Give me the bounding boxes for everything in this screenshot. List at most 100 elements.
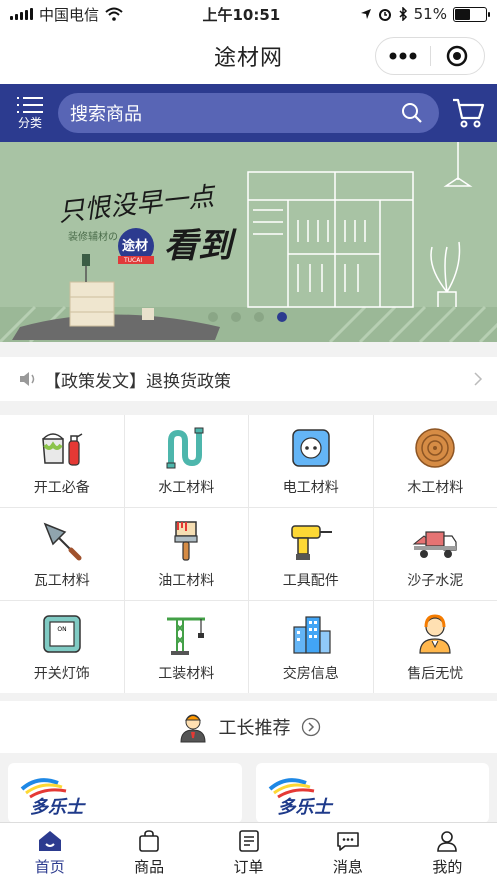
- search-placeholder: 搜索商品: [70, 104, 142, 125]
- tab-label: 订单: [233, 858, 264, 876]
- category-item-diangong[interactable]: 电工材料: [249, 415, 373, 507]
- brand-card[interactable]: 多乐士: [8, 763, 242, 823]
- cart-button[interactable]: [447, 97, 489, 129]
- notice-bar[interactable]: 【政策发文】退换货政策: [0, 357, 497, 401]
- more-button[interactable]: [376, 38, 430, 74]
- category-item-gongju[interactable]: 工具配件: [249, 508, 373, 600]
- signal-icon: [10, 8, 33, 20]
- category-item-shouhou[interactable]: 售后无忧: [373, 601, 497, 693]
- user-icon: [437, 831, 458, 852]
- foreman-avatar-icon: [179, 714, 206, 743]
- category-item-shuigong[interactable]: 水工材料: [124, 415, 248, 507]
- category-label: 分类: [17, 115, 42, 130]
- category-label: 工具配件: [282, 573, 339, 589]
- location-arrow-icon: [360, 9, 371, 19]
- bottom-tab-bar: 首页 商品 订单 消息 我的: [0, 822, 497, 883]
- tab-products[interactable]: 商品: [99, 823, 198, 883]
- tab-label: 消息: [332, 858, 363, 876]
- tab-label: 商品: [134, 858, 165, 876]
- wood-ring-icon: [415, 428, 455, 468]
- cement-truck-icon: [412, 531, 457, 558]
- trowel-icon: [43, 522, 82, 561]
- notice-text: 【政策发文】退换货政策: [44, 371, 231, 392]
- category-label: 开关灯饰: [33, 666, 90, 682]
- category-label: 水工材料: [158, 480, 215, 496]
- chevron-circle-right-icon: [301, 717, 320, 737]
- status-right: 51%: [360, 5, 490, 23]
- pagination-dot[interactable]: [254, 312, 264, 322]
- tab-profile[interactable]: 我的: [398, 823, 497, 883]
- status-bar: 中国电信 上午10:51 51%: [0, 0, 497, 28]
- drill-icon: [291, 525, 332, 560]
- search-input[interactable]: 搜索商品: [58, 93, 439, 133]
- search-bar: 分类 搜索商品: [0, 84, 497, 142]
- category-item-wagong[interactable]: 瓦工材料: [0, 508, 124, 600]
- promo-banner[interactable]: 只恨没早一点 看到 装修辅材の 途材 TUCAI: [0, 142, 497, 342]
- dulux-logo-icon: [20, 778, 67, 799]
- list-menu-icon: [17, 96, 43, 113]
- more-dots-icon: [389, 52, 417, 60]
- battery-icon: [452, 6, 490, 22]
- tab-orders[interactable]: 订单: [199, 823, 298, 883]
- tab-home[interactable]: 首页: [0, 823, 99, 883]
- brand-card[interactable]: 多乐士: [255, 763, 489, 823]
- category-item-gongzhuang[interactable]: 工装材料: [124, 601, 248, 693]
- brand-card-list: 多乐士 多乐士: [0, 763, 497, 823]
- recommend-title: 工长推荐: [218, 718, 291, 739]
- carrier-label: 中国电信: [39, 5, 100, 24]
- speaker-icon: [20, 372, 35, 386]
- category-grid: 开工必备 水工材料 电工材料 木工材料 瓦工材料 油工材料 工具配件 沙子水泥 …: [0, 415, 497, 693]
- battery-percent: 51%: [413, 5, 447, 23]
- paint-brush-icon: [174, 521, 198, 561]
- banner-headline-2: 看到: [164, 226, 232, 266]
- title-bar: 途材网: [0, 28, 497, 84]
- page-title: 途材网: [213, 46, 283, 71]
- target-circle-icon: [447, 45, 468, 67]
- pagination-dot[interactable]: [208, 312, 218, 322]
- close-button[interactable]: [431, 38, 485, 74]
- dulux-logo-icon: [268, 778, 314, 799]
- chevron-right-icon: [474, 372, 483, 386]
- bluetooth-icon: [399, 7, 407, 21]
- tab-label: 我的: [432, 858, 463, 876]
- banner-logo-sub: TUCAI: [124, 257, 143, 264]
- light-switch-icon: ON: [43, 615, 81, 653]
- search-icon: [402, 103, 422, 123]
- order-icon: [238, 830, 259, 852]
- category-item-kaiguan[interactable]: ON 开关灯饰: [0, 601, 124, 693]
- message-icon: [337, 832, 359, 851]
- category-item-shazi[interactable]: 沙子水泥: [373, 508, 497, 600]
- customer-service-icon: [419, 614, 451, 654]
- category-label: 售后无忧: [407, 666, 464, 682]
- category-item-mugong[interactable]: 木工材料: [373, 415, 497, 507]
- tab-label: 首页: [34, 858, 65, 876]
- category-label: 沙子水泥: [407, 573, 464, 589]
- category-item-kaigong[interactable]: 开工必备: [0, 415, 124, 507]
- paint-bucket-extinguisher-icon: [41, 433, 83, 466]
- bag-icon: [139, 830, 159, 852]
- pagination-dot[interactable]: [231, 312, 241, 322]
- banner-tagline: 装修辅材の: [68, 232, 118, 243]
- category-label: 瓦工材料: [33, 573, 90, 589]
- category-label: 电工材料: [282, 480, 339, 496]
- category-label: 木工材料: [407, 480, 464, 496]
- home-icon: [38, 831, 61, 851]
- banner-pagination: [208, 312, 287, 322]
- status-time: 上午10:51: [202, 5, 281, 24]
- wifi-icon: [105, 7, 123, 21]
- foreman-recommend-header[interactable]: 工长推荐: [0, 701, 497, 753]
- mini-program-capsule: [375, 37, 485, 75]
- pagination-dot[interactable]: [277, 312, 287, 322]
- alarm-icon: [378, 9, 391, 21]
- category-item-jiaofang[interactable]: 交房信息: [249, 601, 373, 693]
- category-item-yougong[interactable]: 油工材料: [124, 508, 248, 600]
- wardrobe-line-art: [247, 142, 473, 308]
- category-button[interactable]: 分类: [10, 96, 50, 131]
- cart-icon: [453, 98, 485, 128]
- power-socket-icon: [292, 429, 330, 467]
- category-label: 开工必备: [33, 480, 90, 496]
- banner-logo-text: 途材: [122, 239, 149, 254]
- water-pipe-icon: [166, 427, 204, 469]
- buildings-icon: [293, 616, 331, 654]
- tab-messages[interactable]: 消息: [298, 823, 397, 883]
